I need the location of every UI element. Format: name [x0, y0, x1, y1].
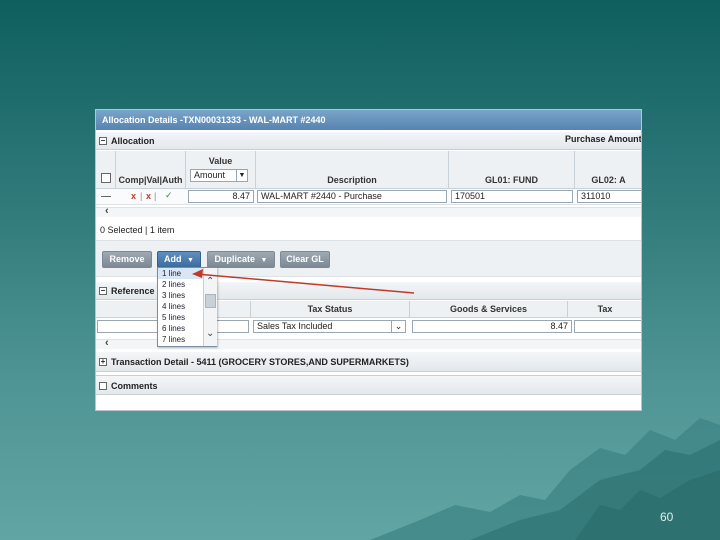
allocation-details-window: Allocation Details -TXN00031333 - WAL-MA…	[95, 109, 642, 411]
slide-number: 60	[660, 510, 674, 524]
annotation-arrow	[192, 269, 415, 294]
